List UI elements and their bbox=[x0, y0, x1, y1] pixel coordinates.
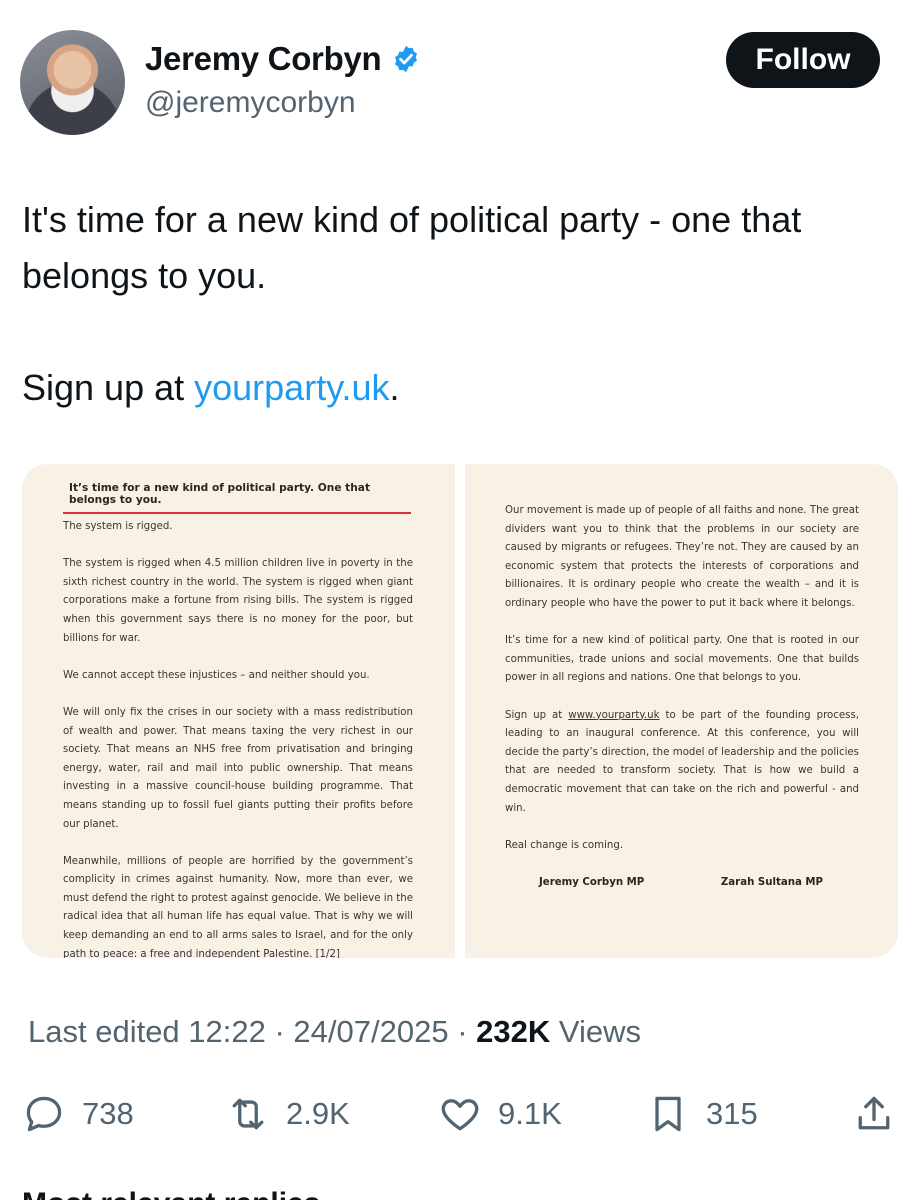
letter-signatures: Jeremy Corbyn MP Zarah Sultana MP bbox=[505, 874, 859, 893]
letter-heading: It’s time for a new kind of political pa… bbox=[63, 482, 411, 514]
letter-paragraph: We will only fix the crises in our socie… bbox=[63, 706, 413, 830]
letter-body-page-2: Our movement is made up of people of all… bbox=[505, 502, 859, 892]
verified-badge-icon bbox=[395, 45, 418, 73]
letter-body-page-1: The system is rigged. The system is rigg… bbox=[63, 518, 413, 958]
letter-paragraph: We cannot accept these injustices – and … bbox=[63, 669, 370, 681]
tweet-line-2: Sign up at yourparty.uk. bbox=[22, 360, 882, 416]
action-bar: 738 2.9K 9.1K 315 bbox=[0, 1084, 920, 1144]
share-icon bbox=[858, 1096, 890, 1130]
letter-paragraph: Real change is coming. bbox=[505, 839, 624, 851]
heart-icon bbox=[441, 1099, 479, 1131]
bookmark-button[interactable]: 315 bbox=[646, 1084, 758, 1144]
media-image-1[interactable]: It’s time for a new kind of political pa… bbox=[22, 464, 455, 958]
tweet-link[interactable]: yourparty.uk bbox=[194, 367, 389, 408]
author-handle[interactable]: @jeremycorbyn bbox=[145, 86, 356, 120]
replies-heading-text: Most relevant replies bbox=[22, 1186, 442, 1200]
edited-timestamp[interactable]: Last edited 12:22 · 24/07/2025 bbox=[28, 1014, 449, 1049]
tweet-line-2-prefix: Sign up at bbox=[22, 367, 195, 408]
letter-paragraph: Meanwhile, millions of people are horrif… bbox=[63, 855, 414, 958]
reply-icon bbox=[26, 1096, 62, 1132]
repost-button[interactable]: 2.9K bbox=[226, 1084, 350, 1144]
signature-sultana: Zarah Sultana MP bbox=[720, 876, 823, 888]
tweet-header: Jeremy Corbyn @jeremycorbyn Follow bbox=[0, 0, 920, 150]
repost-count: 2.9K bbox=[286, 1096, 350, 1131]
repost-icon bbox=[232, 1098, 264, 1130]
letter-signup-suffix: to be part of the founding process, lead… bbox=[505, 709, 859, 814]
letter-paragraph: The system is rigged. bbox=[63, 521, 173, 532]
replies-section-heading: Most relevant replies bbox=[22, 1184, 442, 1200]
tweet-line-1: It's time for a new kind of political pa… bbox=[22, 199, 802, 296]
letter-paragraph: Sign up at www.yourparty.uk to be part o… bbox=[505, 707, 859, 819]
like-count: 9.1K bbox=[498, 1096, 562, 1131]
media-attachments: It’s time for a new kind of political pa… bbox=[22, 464, 898, 958]
tweet-text: It's time for a new kind of political pa… bbox=[22, 192, 882, 416]
media-image-2[interactable]: Our movement is made up of people of all… bbox=[465, 464, 898, 958]
share-button[interactable] bbox=[852, 1084, 896, 1144]
signature-corbyn: Jeremy Corbyn MP bbox=[539, 876, 645, 888]
bookmark-icon bbox=[655, 1096, 681, 1132]
like-button[interactable]: 9.1K bbox=[438, 1084, 562, 1144]
meta-separator: · bbox=[457, 1014, 468, 1049]
letter-paragraph: The system is rigged when 4.5 million ch… bbox=[63, 558, 413, 644]
reply-count: 738 bbox=[82, 1096, 134, 1131]
letter-signup-link: www.yourparty.uk bbox=[568, 709, 660, 721]
bookmark-count: 315 bbox=[706, 1096, 758, 1131]
letter-signup-prefix: Sign up at bbox=[505, 709, 569, 721]
author-name-row[interactable]: Jeremy Corbyn bbox=[145, 40, 421, 78]
tweet-meta: Last edited 12:22 · 24/07/2025 · 232K Vi… bbox=[28, 1014, 641, 1050]
reply-button[interactable]: 738 bbox=[22, 1084, 134, 1144]
letter-paragraph: Our movement is made up of people of all… bbox=[505, 505, 860, 609]
views-count: 232K bbox=[476, 1014, 551, 1049]
follow-button[interactable]: Follow bbox=[726, 32, 880, 88]
avatar[interactable] bbox=[20, 30, 125, 135]
views-label: Views bbox=[558, 1014, 642, 1049]
tweet-line-2-suffix: . bbox=[389, 367, 400, 408]
letter-paragraph: It’s time for a new kind of political pa… bbox=[505, 635, 859, 684]
author-name[interactable]: Jeremy Corbyn bbox=[145, 40, 382, 78]
